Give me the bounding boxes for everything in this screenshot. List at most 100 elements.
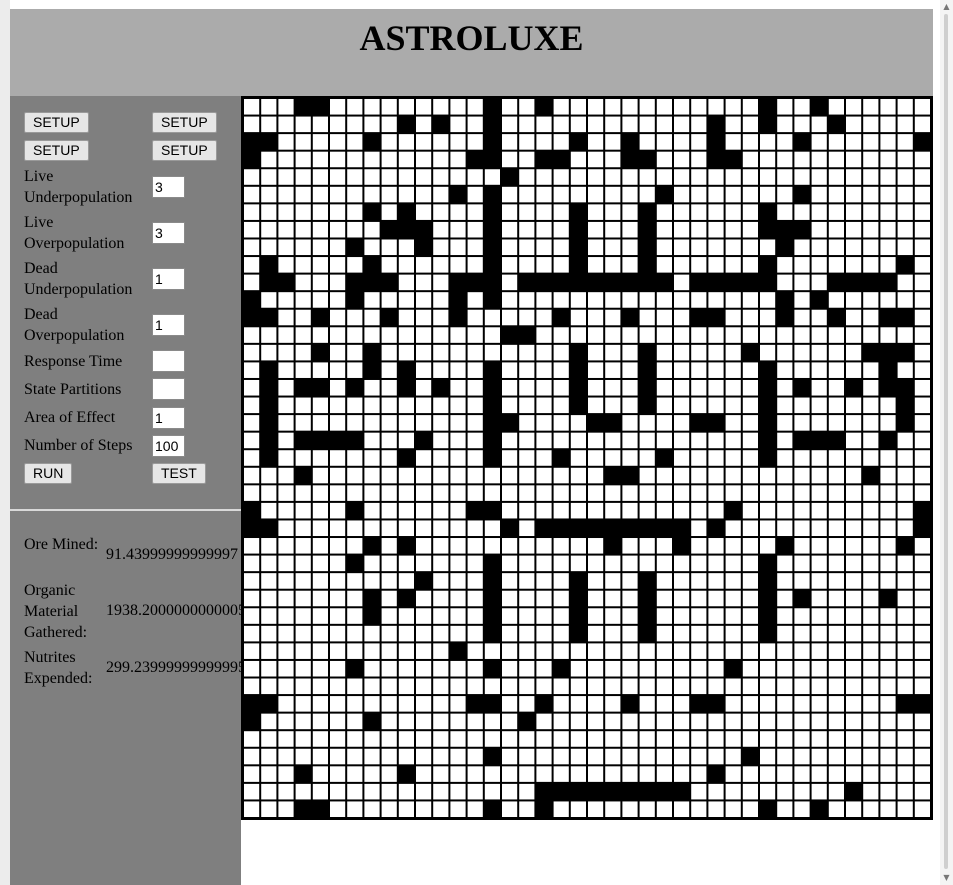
grid-cell[interactable]	[828, 801, 844, 817]
grid-cell[interactable]	[708, 608, 724, 624]
grid-cell[interactable]	[794, 573, 810, 589]
grid-cell[interactable]	[777, 608, 793, 624]
grid-cell[interactable]	[656, 151, 672, 168]
grid-cell[interactable]	[811, 344, 827, 361]
grid-cell[interactable]	[897, 555, 913, 572]
grid-cell[interactable]	[863, 379, 879, 396]
grid-cell[interactable]	[708, 748, 724, 765]
grid-cell[interactable]	[278, 538, 294, 554]
grid-cell[interactable]	[760, 239, 776, 256]
grid-cell[interactable]	[381, 608, 397, 624]
grid-cell[interactable]	[330, 678, 346, 695]
grid-cell[interactable]	[828, 783, 844, 800]
grid-cell[interactable]	[846, 221, 862, 238]
grid-cell[interactable]	[708, 643, 724, 659]
grid-cell[interactable]	[639, 292, 655, 308]
grid-cell[interactable]	[312, 608, 328, 624]
grid-cell[interactable]	[278, 344, 294, 361]
grid-cell[interactable]	[519, 783, 535, 800]
grid-cell[interactable]	[880, 783, 896, 800]
grid-cell[interactable]	[502, 204, 518, 220]
grid-cell[interactable]	[467, 678, 483, 695]
grid-cell[interactable]	[381, 748, 397, 765]
grid-cell[interactable]	[811, 274, 827, 291]
grid-cell[interactable]	[880, 713, 896, 730]
grid-cell[interactable]	[897, 239, 913, 256]
grid-cell[interactable]	[330, 485, 346, 501]
grid-cell[interactable]	[467, 186, 483, 203]
grid-cell[interactable]	[914, 555, 930, 572]
grid-cell[interactable]	[330, 379, 346, 396]
grid-cell[interactable]	[846, 643, 862, 659]
grid-cell[interactable]	[261, 555, 277, 572]
grid-cell[interactable]	[295, 590, 311, 607]
grid-cell[interactable]	[536, 344, 552, 361]
grid-cell[interactable]	[467, 450, 483, 466]
grid-cell[interactable]	[536, 731, 552, 747]
grid-cell[interactable]	[433, 502, 449, 519]
grid-cell[interactable]	[278, 801, 294, 817]
grid-cell[interactable]	[794, 344, 810, 361]
grid-cell[interactable]	[725, 292, 741, 308]
grid-cell[interactable]	[261, 643, 277, 659]
setup-button-3[interactable]: SETUP	[24, 140, 89, 161]
grid-cell[interactable]	[742, 731, 758, 747]
grid-cell[interactable]	[416, 538, 432, 554]
grid-cell[interactable]	[553, 257, 569, 273]
grid-cell[interactable]	[742, 485, 758, 501]
grid-cell[interactable]	[725, 239, 741, 256]
grid-cell[interactable]	[656, 678, 672, 695]
grid-cell[interactable]	[863, 520, 879, 537]
grid-cell[interactable]	[433, 573, 449, 589]
grid-cell[interactable]	[622, 169, 638, 185]
grid-cell[interactable]	[519, 432, 535, 449]
grid-cell[interactable]	[261, 590, 277, 607]
grid-cell[interactable]	[656, 555, 672, 572]
grid-cell[interactable]	[364, 415, 380, 431]
grid-cell[interactable]	[656, 713, 672, 730]
grid-cell[interactable]	[416, 450, 432, 466]
grid-cell[interactable]	[914, 274, 930, 291]
grid-cell[interactable]	[381, 204, 397, 220]
grid-cell[interactable]	[330, 608, 346, 624]
grid-cell[interactable]	[691, 538, 707, 554]
grid-cell[interactable]	[880, 520, 896, 537]
grid-cell[interactable]	[863, 643, 879, 659]
grid-cell[interactable]	[244, 362, 260, 378]
grid-cell[interactable]	[811, 678, 827, 695]
grid-cell[interactable]	[622, 432, 638, 449]
grid-cell[interactable]	[588, 696, 604, 712]
dead-overpopulation-input[interactable]	[152, 314, 185, 336]
grid-cell[interactable]	[777, 783, 793, 800]
grid-cell[interactable]	[639, 660, 655, 677]
grid-cell[interactable]	[295, 221, 311, 238]
grid-cell[interactable]	[536, 538, 552, 554]
grid-cell[interactable]	[742, 134, 758, 150]
grid-cell[interactable]	[674, 713, 690, 730]
grid-cell[interactable]	[450, 696, 466, 712]
grid-cell[interactable]	[828, 731, 844, 747]
grid-cell[interactable]	[880, 116, 896, 133]
grid-cell[interactable]	[742, 397, 758, 414]
grid-cell[interactable]	[605, 502, 621, 519]
grid-cell[interactable]	[519, 415, 535, 431]
grid-cell[interactable]	[398, 415, 414, 431]
grid-cell[interactable]	[656, 292, 672, 308]
grid-cell[interactable]	[416, 397, 432, 414]
grid-cell[interactable]	[364, 116, 380, 133]
grid-cell[interactable]	[261, 660, 277, 677]
grid-cell[interactable]	[828, 573, 844, 589]
grid-cell[interactable]	[794, 538, 810, 554]
grid-cell[interactable]	[760, 151, 776, 168]
grid-cell[interactable]	[674, 309, 690, 326]
grid-cell[interactable]	[863, 134, 879, 150]
grid-cell[interactable]	[312, 239, 328, 256]
grid-cell[interactable]	[330, 643, 346, 659]
grid-cell[interactable]	[656, 257, 672, 273]
grid-cell[interactable]	[261, 239, 277, 256]
grid-cell[interactable]	[794, 467, 810, 484]
grid-cell[interactable]	[261, 608, 277, 624]
test-button[interactable]: TEST	[152, 463, 206, 484]
grid-cell[interactable]	[622, 801, 638, 817]
grid-cell[interactable]	[244, 239, 260, 256]
